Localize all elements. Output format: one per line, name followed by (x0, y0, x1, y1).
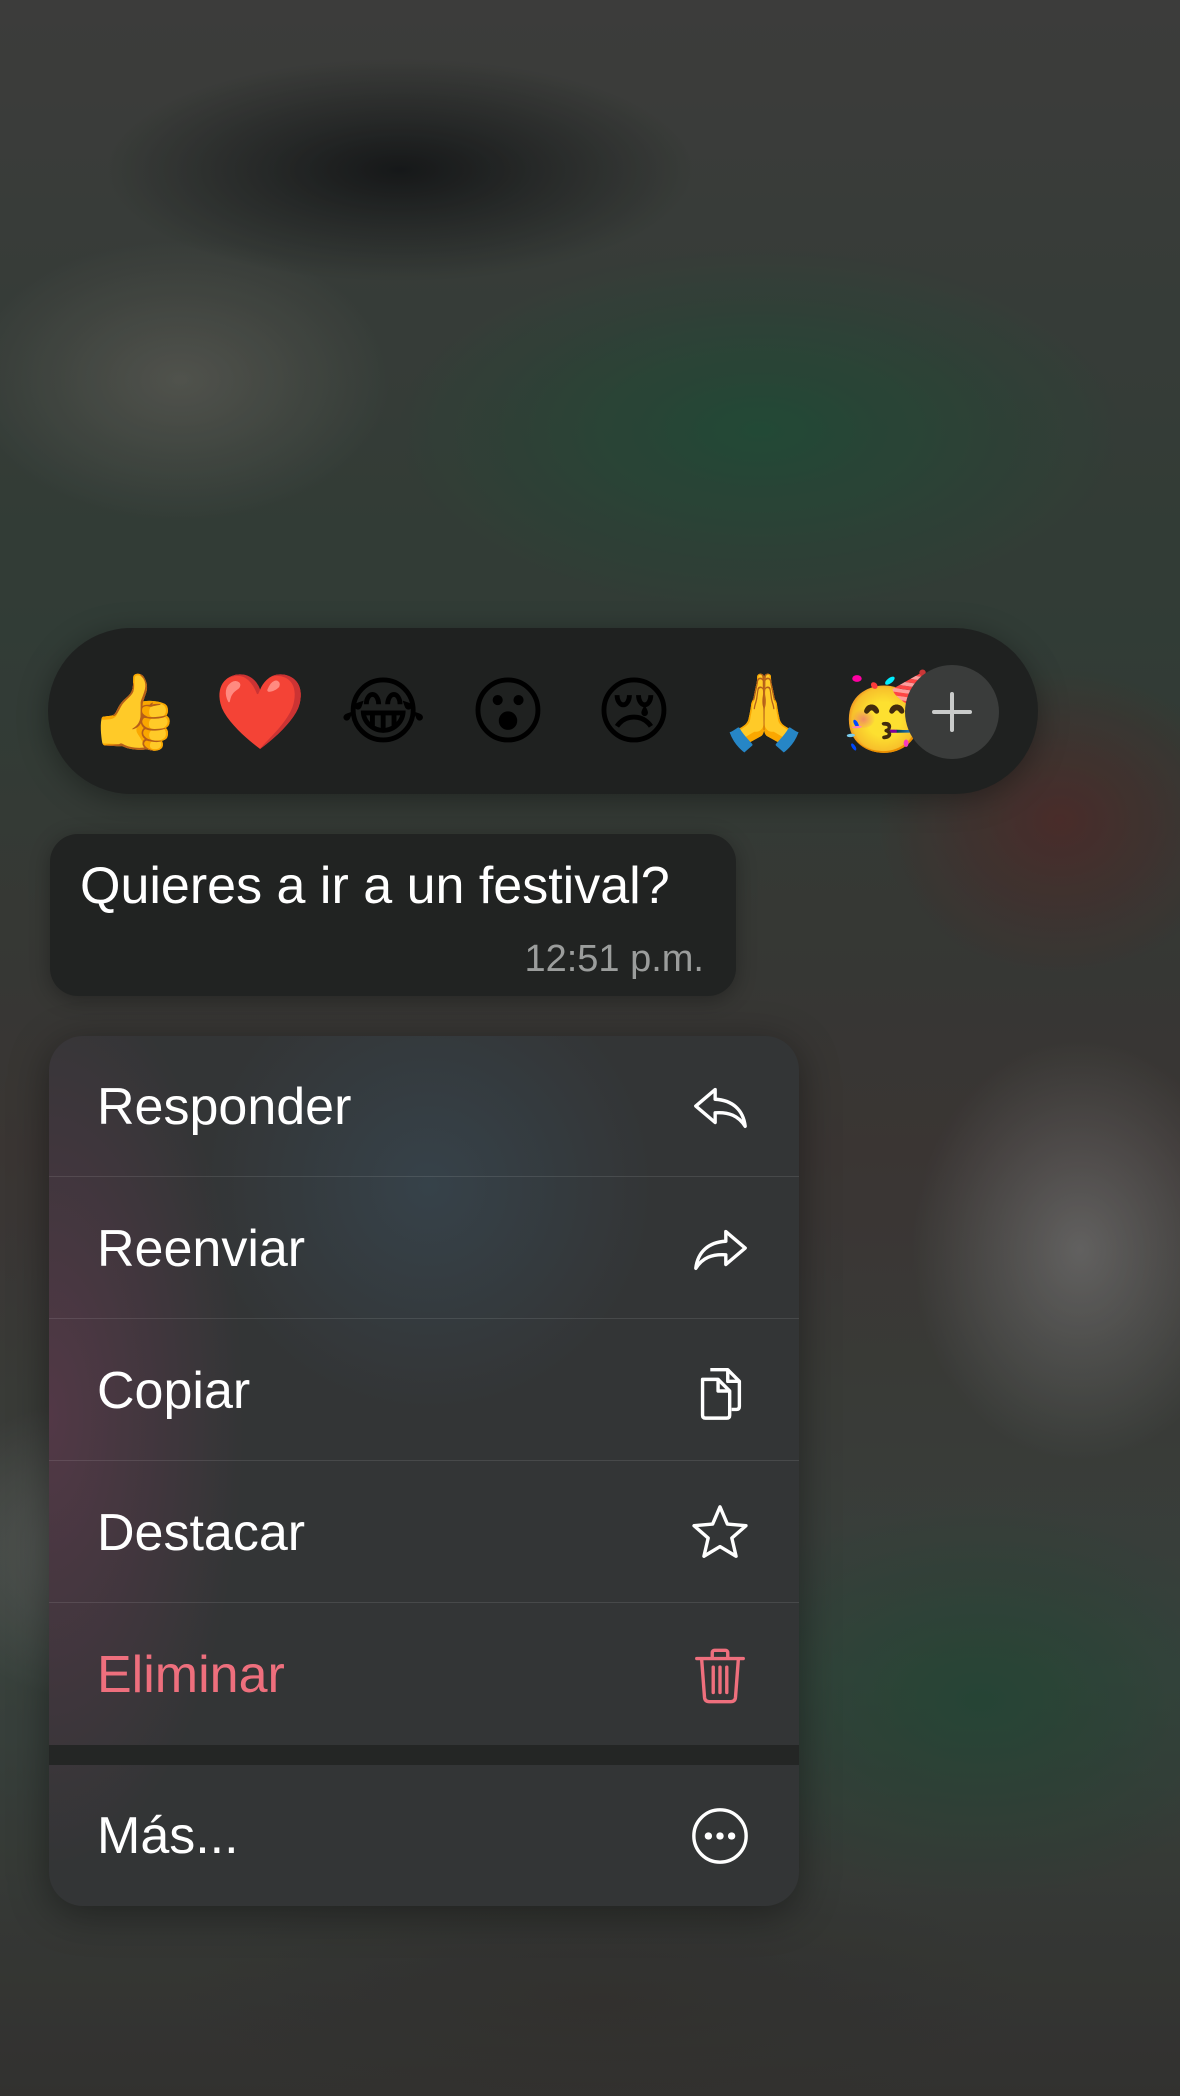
reply-icon (689, 1076, 751, 1138)
plus-icon (932, 692, 972, 732)
menu-item-label: Copiar (97, 1361, 251, 1420)
reaction-folded-hands[interactable]: 🙏 (718, 670, 810, 754)
reaction-crying[interactable]: 😢 (592, 670, 676, 754)
menu-item-label: Eliminar (97, 1645, 285, 1704)
reaction-surprised[interactable]: 😮 (466, 670, 550, 754)
message-bubble: Quieres a ir a un festival? 12:51 p.m. (50, 834, 736, 996)
menu-item-star[interactable]: Destacar (49, 1462, 799, 1603)
trash-icon (689, 1644, 751, 1706)
copy-icon (689, 1360, 751, 1422)
message-timestamp: 12:51 p.m. (524, 938, 704, 980)
menu-item-label: Reenviar (97, 1219, 306, 1278)
reaction-bar: 👍 ❤️ 😂 😮 😢 🙏 🥳 (48, 628, 1038, 794)
menu-item-forward[interactable]: Reenviar (49, 1178, 799, 1319)
reaction-red-heart[interactable]: ❤️ (214, 670, 306, 754)
menu-item-label: Responder (97, 1077, 352, 1136)
menu-item-delete[interactable]: Eliminar (49, 1604, 799, 1745)
forward-icon (689, 1218, 751, 1280)
more-reactions-button[interactable] (905, 665, 999, 759)
menu-item-label: Más... (97, 1806, 239, 1865)
reaction-tears-of-joy[interactable]: 😂 (340, 670, 426, 754)
menu-item-reply[interactable]: Responder (49, 1036, 799, 1177)
more-icon (689, 1805, 751, 1867)
reaction-thumbs-up[interactable]: 👍 (88, 670, 180, 754)
menu-separator (49, 1745, 799, 1765)
menu-item-label: Destacar (97, 1503, 306, 1562)
message-context-menu: Responder Reenviar Copiar Destacar Elimi… (49, 1036, 799, 1906)
menu-item-more[interactable]: Más... (49, 1765, 799, 1906)
menu-item-copy[interactable]: Copiar (49, 1320, 799, 1461)
star-icon (689, 1502, 751, 1564)
message-text: Quieres a ir a un festival? (80, 857, 670, 915)
